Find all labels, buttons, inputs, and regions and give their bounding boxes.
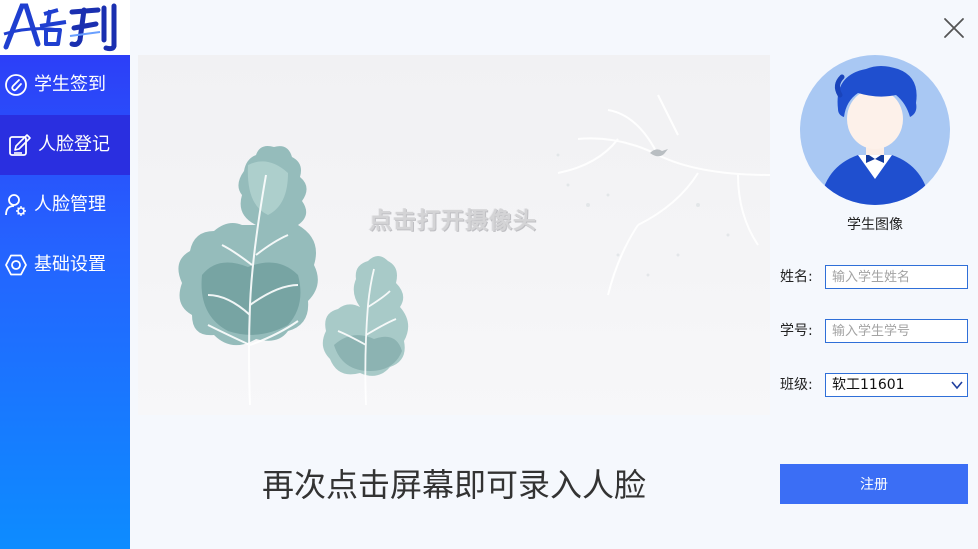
capture-hint: 再次点击屏幕即可录入人脸: [261, 466, 646, 504]
student-id-label: 学号:: [780, 323, 813, 339]
winter-trees-illustration: [178, 94, 770, 406]
sidebar-item-student-signin[interactable]: 学生签到: [0, 55, 130, 115]
logo-icon: [3, 3, 117, 52]
sidebar-item-label: 学生签到: [34, 74, 106, 95]
close-icon[interactable]: [943, 17, 965, 39]
hexagon-icon: [5, 254, 27, 276]
camera-preview[interactable]: 点击打开摄像头: [138, 55, 770, 415]
app-logo: [0, 0, 130, 55]
class-select-value: 软工11601: [832, 377, 905, 393]
edit-icon: [9, 134, 31, 156]
name-input[interactable]: [825, 265, 968, 289]
name-label: 姓名:: [780, 269, 813, 285]
sidebar-item-basic-settings[interactable]: 基础设置: [0, 235, 130, 295]
student-avatar: [800, 55, 950, 205]
sidebar-item-label: 人脸管理: [34, 194, 106, 215]
sidebar-item-label: 基础设置: [34, 254, 106, 275]
sidebar-item-face-manage[interactable]: 人脸管理: [0, 175, 130, 235]
open-camera-prompt[interactable]: 点击打开摄像头: [348, 201, 558, 235]
user-gear-icon: [5, 194, 26, 216]
avatar-caption: 学生图像: [847, 217, 903, 233]
register-button[interactable]: 注册: [780, 464, 968, 504]
sidebar: 学生签到 人脸登记 人脸管理 基础设置: [0, 0, 130, 549]
sidebar-item-label: 人脸登记: [38, 134, 110, 155]
student-id-input[interactable]: [825, 319, 968, 343]
class-select[interactable]: 软工11601: [825, 373, 968, 397]
class-label: 班级:: [780, 377, 813, 393]
sidebar-item-face-register[interactable]: 人脸登记: [0, 115, 130, 175]
clip-icon: [5, 74, 27, 96]
chevron-down-icon: [951, 381, 963, 390]
